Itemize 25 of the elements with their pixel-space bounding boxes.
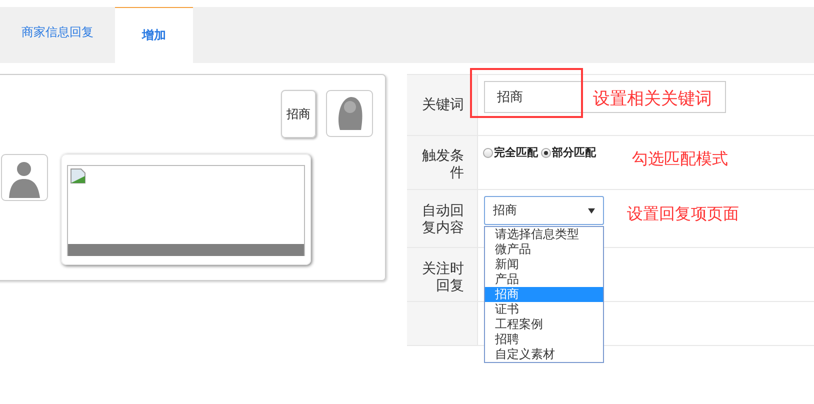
tab[interactable]: 增加 bbox=[115, 7, 193, 63]
field-label: 触发条件 bbox=[407, 136, 478, 189]
field-label: 关键词 bbox=[407, 75, 478, 135]
field-label: 关注时回复 bbox=[407, 248, 478, 301]
annotation-text: 设置回复项页面 bbox=[627, 204, 739, 225]
dropdown-option[interactable]: 产品 bbox=[485, 272, 603, 287]
reply-type-select[interactable]: 招商 bbox=[484, 196, 604, 225]
dropdown-option[interactable]: 工程案例 bbox=[485, 317, 603, 332]
radio-button[interactable] bbox=[541, 148, 551, 158]
radio-label: 部分匹配 bbox=[552, 145, 596, 160]
dropdown-option[interactable]: 新闻 bbox=[485, 257, 603, 272]
dropdown-option[interactable]: 自定义素材 bbox=[485, 347, 603, 362]
broken-image-icon bbox=[70, 168, 86, 184]
dropdown-option[interactable]: 证书 bbox=[485, 302, 603, 317]
radio-button[interactable] bbox=[483, 148, 493, 158]
message-bubble: 招商 bbox=[281, 90, 316, 138]
field-label: 自动回复内容 bbox=[407, 190, 478, 247]
dropdown-option[interactable]: 请选择信息类型 bbox=[485, 227, 603, 242]
annotation-text: 设置相关关键词 bbox=[593, 88, 712, 110]
tab[interactable]: 商家信息回复 bbox=[0, 7, 115, 63]
radio-label: 完全匹配 bbox=[494, 145, 538, 160]
caret-icon bbox=[588, 208, 595, 214]
annotation-text: 勾选匹配模式 bbox=[632, 149, 728, 170]
dropdown-option[interactable]: 招聘 bbox=[485, 332, 603, 347]
dropdown-option[interactable]: 微产品 bbox=[485, 242, 603, 257]
